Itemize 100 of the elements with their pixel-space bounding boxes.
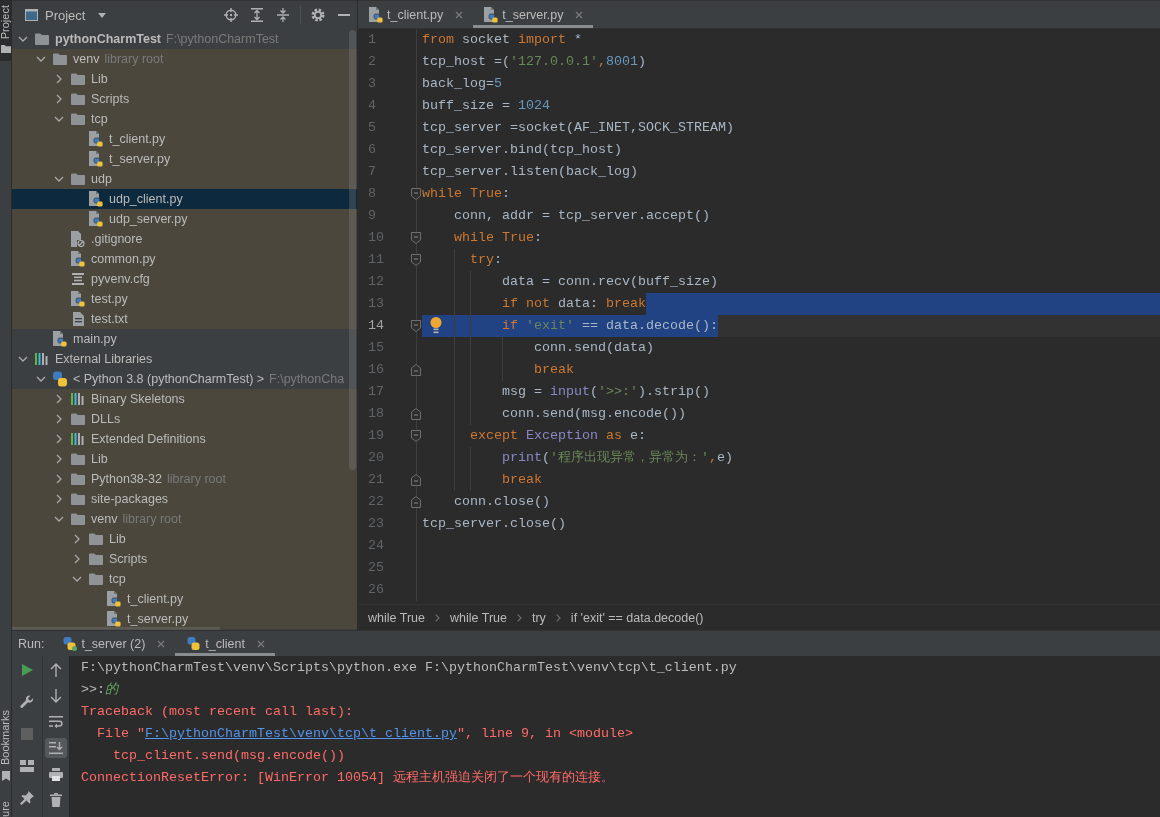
- arrow-up-icon[interactable]: [50, 663, 62, 677]
- editor-tab[interactable]: t_server.py: [473, 1, 594, 28]
- folder-icon: [71, 93, 85, 105]
- breadcrumb-item[interactable]: if 'exit' == data.decode(): [570, 610, 704, 625]
- chevron-right-icon[interactable]: [56, 394, 62, 404]
- chevron-down-icon[interactable]: [72, 576, 82, 582]
- tree-item[interactable]: External Libraries: [12, 349, 357, 369]
- chevron-right-icon[interactable]: [74, 554, 80, 564]
- code-line: print('程序出现异常，异常为：',e): [502, 449, 733, 467]
- tree-item[interactable]: venv library root: [12, 49, 357, 69]
- expand-all-icon[interactable]: [251, 8, 263, 22]
- breadcrumb-item[interactable]: while True: [368, 610, 425, 625]
- lightbulb-icon[interactable]: [430, 317, 442, 334]
- fold-marker-icon[interactable]: [411, 188, 421, 200]
- python-file-icon: [89, 211, 103, 227]
- tree-item[interactable]: venv library root: [12, 509, 357, 529]
- python-file-icon: [89, 191, 103, 207]
- tree-item[interactable]: DLLs: [12, 409, 357, 429]
- pin-icon[interactable]: [20, 791, 34, 805]
- chevron-right-icon[interactable]: [56, 94, 62, 104]
- line-number: 7: [368, 164, 376, 179]
- fold-marker-icon[interactable]: [411, 254, 421, 266]
- arrow-down-icon[interactable]: [50, 689, 62, 703]
- chevron-right-icon[interactable]: [56, 434, 62, 444]
- tree-item[interactable]: Lib: [12, 529, 357, 549]
- chevron-right-icon[interactable]: [56, 494, 62, 504]
- folder-icon: [71, 513, 85, 525]
- fold-marker-icon[interactable]: [411, 408, 421, 420]
- tree-item[interactable]: t_server.py: [12, 149, 357, 169]
- run-tab[interactable]: t_server (2): [51, 631, 176, 656]
- wrench-icon[interactable]: [20, 695, 34, 709]
- line-number: 13: [368, 296, 384, 311]
- line-number: 21: [368, 472, 384, 487]
- close-icon[interactable]: [157, 639, 166, 648]
- chevron-down-icon[interactable]: [18, 36, 28, 42]
- tree-item[interactable]: t_client.py: [12, 589, 357, 609]
- file-link[interactable]: F:\pythonCharmTest\venv\tcp\t_client.py: [145, 726, 457, 741]
- code-line: conn.close(): [454, 493, 550, 511]
- tree-item[interactable]: udp: [12, 169, 357, 189]
- code-line: while True:: [422, 185, 510, 203]
- layout-icon[interactable]: [20, 760, 34, 772]
- chevron-right-icon[interactable]: [56, 414, 62, 424]
- chevron-down-icon[interactable]: [54, 116, 64, 122]
- close-icon[interactable]: [256, 639, 265, 648]
- scroll-to-end-icon[interactable]: [45, 738, 67, 758]
- tree-item[interactable]: site-packages: [12, 489, 357, 509]
- tree-item[interactable]: .gitignore: [12, 229, 357, 249]
- run-icon[interactable]: [21, 664, 33, 676]
- chevron-down-icon[interactable]: [54, 516, 64, 522]
- tree-item[interactable]: test.txt: [12, 309, 357, 329]
- tree-item[interactable]: Python38-32 library root: [12, 469, 357, 489]
- tool-window-button[interactable]: ure: [0, 801, 11, 817]
- printer-icon[interactable]: [49, 767, 63, 781]
- tree-item[interactable]: pythonCharmTest F:\pythonCharmTest: [12, 29, 357, 49]
- close-icon[interactable]: [455, 10, 464, 19]
- tree-item[interactable]: < Python 3.8 (pythonCharmTest) > F:\pythonCha: [12, 369, 357, 389]
- chevron-right-icon[interactable]: [56, 454, 62, 464]
- breadcrumb-item[interactable]: while True: [450, 610, 507, 625]
- tree-item[interactable]: test.py: [12, 289, 357, 309]
- trash-icon[interactable]: [50, 793, 62, 807]
- locate-icon[interactable]: [224, 8, 238, 22]
- tree-item[interactable]: udp_server.py: [12, 209, 357, 229]
- settings-icon[interactable]: [311, 8, 325, 22]
- chevron-down-icon[interactable]: [36, 376, 46, 382]
- fold-marker-icon[interactable]: [411, 320, 421, 332]
- chevron-down-icon[interactable]: [54, 176, 64, 182]
- view-dropdown[interactable]: Project: [25, 7, 107, 23]
- chevron-down-icon[interactable]: [18, 356, 28, 362]
- tree-item[interactable]: Scripts: [12, 89, 357, 109]
- tree-item[interactable]: Binary Skeletons: [12, 389, 357, 409]
- fold-marker-icon[interactable]: [411, 232, 421, 244]
- fold-marker-icon[interactable]: [411, 474, 421, 486]
- tree-item[interactable]: main.py: [12, 329, 357, 349]
- tree-item[interactable]: t_server.py: [12, 609, 357, 629]
- line-number: 15: [368, 340, 384, 355]
- fold-marker-icon[interactable]: [411, 364, 421, 376]
- tree-item[interactable]: tcp: [12, 569, 357, 589]
- tree-item[interactable]: Scripts: [12, 549, 357, 569]
- tree-item[interactable]: pyvenv.cfg: [12, 269, 357, 289]
- tree-item[interactable]: tcp: [12, 109, 357, 129]
- code-line: while True:: [454, 229, 542, 247]
- chevron-right-icon[interactable]: [74, 534, 80, 544]
- fold-marker-icon[interactable]: [411, 496, 421, 508]
- tree-item[interactable]: Lib: [12, 449, 357, 469]
- scrollbar-thumb[interactable]: [349, 30, 356, 470]
- soft-wrap-icon[interactable]: [49, 716, 63, 728]
- tree-item[interactable]: udp_client.py: [12, 189, 357, 209]
- fold-marker-icon[interactable]: [411, 430, 421, 442]
- collapse-all-icon[interactable]: [277, 8, 289, 22]
- tree-item[interactable]: t_client.py: [12, 129, 357, 149]
- editor-tab[interactable]: t_client.py: [358, 1, 474, 28]
- tree-item[interactable]: common.py: [12, 249, 357, 269]
- tree-item[interactable]: Extended Definitions: [12, 429, 357, 449]
- python-file-icon: [89, 131, 103, 147]
- chevron-down-icon[interactable]: [36, 56, 46, 62]
- close-icon[interactable]: [575, 10, 584, 19]
- chevron-right-icon[interactable]: [56, 74, 62, 84]
- breadcrumb-item[interactable]: try: [531, 610, 546, 625]
- tree-item[interactable]: Lib: [12, 69, 357, 89]
- chevron-right-icon[interactable]: [56, 474, 62, 484]
